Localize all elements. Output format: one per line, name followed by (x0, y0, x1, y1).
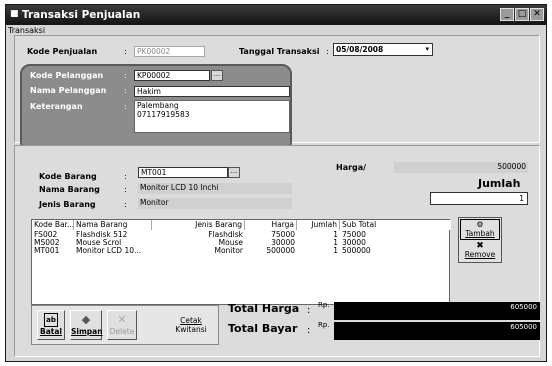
nama-pelanggan-label: Nama Pelanggan (30, 86, 107, 95)
table-cell: 1 (333, 247, 338, 255)
tambah-button[interactable]: ⚙ Tambah (460, 219, 500, 240)
table-cell: Flashdisk (208, 231, 243, 239)
close-button[interactable]: ✕ (530, 8, 544, 21)
table-cell: FS002 (34, 231, 58, 239)
colon: : (124, 185, 127, 194)
tanggal-value: 05/08/2008 (336, 45, 384, 54)
jenis-barang-field: Monitor (138, 198, 292, 209)
column-header[interactable]: Jenis Barang (152, 220, 245, 230)
menu-transaksi[interactable]: Transaksi (8, 26, 45, 35)
colon: : (124, 86, 127, 95)
colon: : (326, 47, 329, 56)
harga-label: Harga/ (336, 163, 367, 172)
kode-pelanggan-label: Kode Pelanggan (30, 71, 104, 80)
nama-barang-label: Nama Barang (39, 185, 100, 194)
remove-button[interactable]: ✖ Remove (460, 241, 500, 262)
table-cell: 75000 (342, 231, 366, 239)
total-bayar-label: Total Bayar (228, 322, 298, 335)
colon: : (307, 305, 311, 316)
kode-penjualan-field[interactable]: PK00002 (134, 46, 205, 57)
cetak-label: Cetak (180, 316, 202, 325)
kode-barang-label: Kode Barang (39, 172, 97, 181)
colon: : (124, 102, 127, 111)
table-cell: 30000 (271, 239, 295, 247)
total-bayar-field[interactable]: 605000 (334, 322, 540, 340)
currency-label: Rp. (318, 321, 330, 329)
table-cell: Monitor (214, 247, 243, 255)
jumlah-field[interactable]: 1 (430, 192, 528, 205)
window-title: Transaksi Penjualan (22, 9, 141, 21)
main-window: ■ Transaksi Penjualan _ □ ✕ Transaksi Ko… (5, 4, 547, 362)
items-table: Kode Bar... Nama Barang Jenis Barang Har… (31, 219, 451, 305)
currency-label: Rp. (318, 301, 330, 309)
column-header[interactable]: Jumlah (297, 220, 340, 230)
total-harga-label: Total Harga (228, 302, 300, 315)
table-cell: Mouse (218, 239, 243, 247)
tanggal-transaksi-label: Tanggal Transaksi (239, 47, 320, 56)
batal-icon: ab (44, 313, 58, 327)
delete-button[interactable]: ✕ Delete (107, 310, 137, 340)
table-row[interactable]: MT001 Monitor LCD 10... Monitor 500000 1… (32, 247, 449, 255)
tanggal-transaksi-picker[interactable]: 05/08/2008 ▾ (333, 43, 433, 56)
kode-penjualan-label: Kode Penjualan (27, 47, 98, 56)
remove-label: Remove (464, 250, 496, 259)
keterangan-line: 07117919583 (137, 110, 190, 119)
dropdown-arrow-icon[interactable]: ▾ (425, 44, 429, 55)
keterangan-line: Palembang (137, 101, 179, 110)
table-cell: 500000 (266, 247, 295, 255)
tambah-label: Tambah (465, 229, 495, 238)
browse-pelanggan-button[interactable]: ... (211, 70, 223, 81)
delete-label: Delete (109, 327, 135, 336)
table-row[interactable]: FS002 Flashdisk 512 Flashdisk 75000 1 75… (32, 231, 449, 239)
batal-button[interactable]: ab Batal (37, 310, 65, 340)
table-cell: Monitor LCD 10... (76, 247, 142, 255)
simpan-label: Simpan (71, 327, 103, 336)
keterangan-textarea[interactable]: Palembang 07117919583 (134, 100, 290, 133)
app-icon: ■ (10, 9, 19, 19)
table-cell: Mouse Scrol (76, 239, 122, 247)
delete-icon: ✕ (117, 313, 127, 326)
side-button-group: ⚙ Tambah ✖ Remove (458, 217, 502, 263)
batal-label: Batal (40, 327, 62, 336)
keterangan-label: Keterangan (30, 102, 83, 111)
nama-pelanggan-field[interactable]: Hakim (134, 86, 290, 97)
colon: : (124, 71, 127, 80)
maximize-button[interactable]: □ (515, 8, 529, 21)
colon: : (307, 325, 311, 336)
table-cell: Flashdisk 512 (76, 231, 128, 239)
jumlah-label: Jumlah (478, 177, 521, 190)
table-cell: 500000 (342, 247, 371, 255)
save-icon: ◆ (81, 313, 91, 326)
simpan-button[interactable]: ◆ Simpan (70, 310, 103, 340)
jenis-barang-label: Jenis Barang (39, 200, 96, 209)
column-header[interactable]: Nama Barang (74, 220, 152, 230)
kode-pelanggan-field[interactable]: KP00002 (134, 70, 210, 81)
add-icon: ⚙ (476, 220, 484, 229)
colon: : (124, 47, 127, 56)
table-cell: MS002 (34, 239, 60, 247)
table-row[interactable]: MS002 Mouse Scrol Mouse 30000 1 30000 (32, 239, 449, 247)
cetak-kwitansi-button[interactable]: Cetak Kwitansi (171, 310, 211, 340)
table-cell: MT001 (34, 247, 60, 255)
table-cell: 1 (333, 239, 338, 247)
title-bar[interactable]: ■ Transaksi Penjualan _ □ ✕ (6, 5, 546, 25)
column-header[interactable]: Sub Total (340, 220, 451, 230)
kode-barang-field[interactable]: MT001 (138, 167, 228, 178)
kwitansi-label: Kwitansi (175, 325, 207, 334)
colon: : (124, 200, 127, 209)
colon: : (124, 172, 127, 181)
nama-barang-field: Monitor LCD 10 Inchi (138, 183, 292, 194)
table-cell: 1 (333, 231, 338, 239)
column-header[interactable]: Harga (245, 220, 297, 230)
browse-barang-button[interactable]: ... (228, 167, 240, 178)
table-cell: 75000 (271, 231, 295, 239)
harga-field: 500000 (394, 162, 528, 173)
table-cell: 30000 (342, 239, 366, 247)
total-harga-field: 605000 (334, 302, 540, 320)
column-header[interactable]: Kode Bar... (32, 220, 74, 230)
minimize-button[interactable]: _ (500, 8, 514, 21)
